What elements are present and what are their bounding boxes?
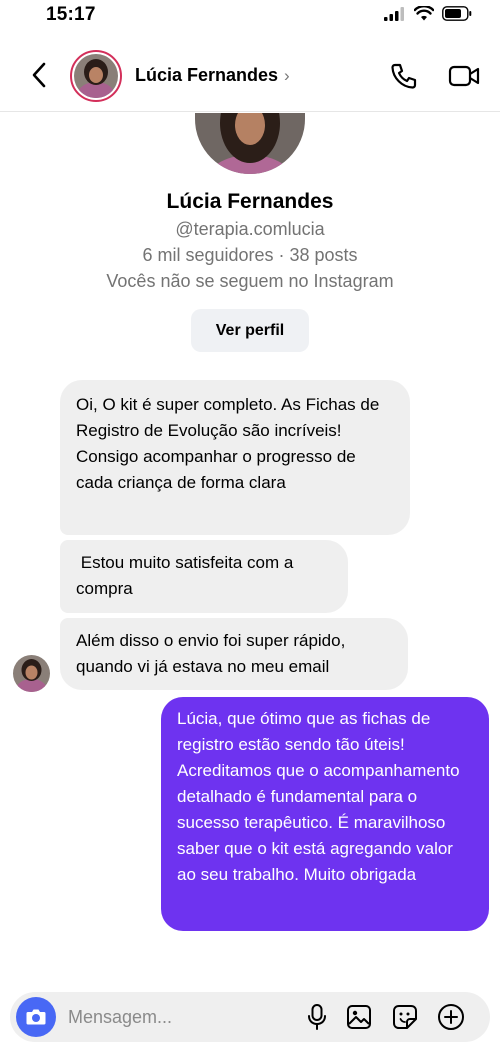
battery-icon <box>442 6 472 21</box>
back-arrow-icon <box>32 62 46 88</box>
view-profile-button[interactable]: Ver perfil <box>191 309 309 352</box>
outgoing-message[interactable]: Lúcia, que ótimo que as fichas de regist… <box>161 697 489 931</box>
incoming-message[interactable]: Além disso o envio foi super rápido, qua… <box>60 618 408 690</box>
incoming-message[interactable]: Estou muito satisfeita com a compra <box>60 540 348 613</box>
profile-stats: 6 mil seguidores · 38 posts <box>142 245 358 265</box>
contact-name-link[interactable]: Lúcia Fernandes › <box>135 65 290 86</box>
camera-icon <box>26 1009 46 1025</box>
sticker-icon <box>393 1005 417 1029</box>
signal-icon <box>384 6 404 21</box>
sender-avatar[interactable] <box>13 655 50 692</box>
wifi-icon <box>414 6 434 21</box>
profile-handle: @terapia.comlucia <box>175 219 325 239</box>
message-input[interactable] <box>68 1001 288 1033</box>
message-composer <box>10 992 490 1042</box>
microphone-icon <box>308 1004 326 1030</box>
follow-status: Vocês não se seguem no Instagram <box>106 271 394 291</box>
sticker-button[interactable] <box>390 1002 420 1032</box>
status-time: 15:17 <box>46 4 96 25</box>
profile-photo-icon <box>195 113 305 174</box>
gallery-icon <box>347 1005 371 1029</box>
video-call-button[interactable] <box>446 60 482 92</box>
chat-header: Lúcia Fernandes › <box>0 40 500 112</box>
add-icon <box>438 1004 464 1030</box>
video-camera-icon <box>448 65 480 87</box>
add-button[interactable] <box>436 1002 466 1032</box>
status-icons <box>384 6 472 21</box>
gallery-button[interactable] <box>344 1002 374 1032</box>
chevron-right-icon: › <box>284 65 290 85</box>
contact-name: Lúcia Fernandes <box>135 65 279 85</box>
camera-button[interactable] <box>16 997 56 1037</box>
sender-photo-icon <box>13 655 50 692</box>
voice-message-button[interactable] <box>302 1002 332 1032</box>
voice-call-button[interactable] <box>388 60 420 92</box>
back-button[interactable] <box>24 60 54 90</box>
incoming-message[interactable]: Oi, O kit é super completo. As Fichas de… <box>60 380 410 535</box>
profile-name: Lúcia Fernandes <box>166 190 334 213</box>
avatar-photo-icon <box>74 54 118 98</box>
contact-avatar[interactable] <box>70 50 122 102</box>
phone-icon <box>391 63 417 89</box>
profile-avatar[interactable] <box>195 113 305 174</box>
status-bar: 15:17 <box>0 0 500 32</box>
